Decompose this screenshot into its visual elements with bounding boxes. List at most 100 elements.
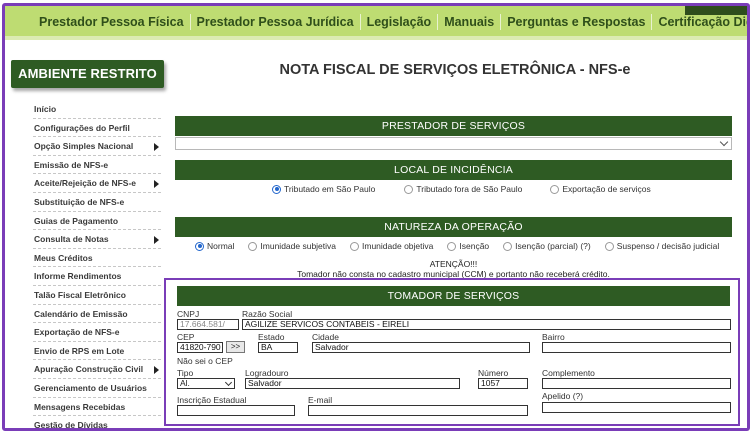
page-title: NOTA FISCAL DE SERVIÇOS ELETRÔNICA - NFS…	[279, 62, 631, 78]
page-frame: Prestador Pessoa Física Prestador Pessoa …	[2, 3, 750, 431]
local-option[interactable]: Tributado em São Paulo	[272, 184, 375, 194]
nav-item-0[interactable]: Prestador Pessoa Física	[33, 15, 190, 29]
natureza-option-label: Isenção	[459, 241, 490, 251]
natureza-option[interactable]: Isenção	[447, 241, 489, 251]
local-option-label: Tributado fora de São Paulo	[416, 184, 523, 194]
tomador-header: TOMADOR DE SERVIÇOS	[177, 286, 730, 306]
natureza-option[interactable]: Isenção (parcial) (?)	[503, 241, 591, 251]
natureza-option[interactable]: Normal	[195, 241, 234, 251]
nav-item-2[interactable]: Legislação	[361, 15, 438, 29]
sidebar-item[interactable]: Exportação de NFS-e	[33, 323, 161, 342]
natureza-option[interactable]: Suspenso / decisão judicial	[604, 241, 720, 251]
sidebar-item-label: Talão Fiscal Eletrônico	[34, 289, 126, 300]
local-option[interactable]: Tributado fora de São Paulo	[404, 184, 522, 194]
chevron-down-icon	[719, 137, 729, 147]
apelido-label[interactable]: Apelido (?)	[542, 391, 583, 401]
sidebar-item-label: Substituição de NFS-e	[34, 196, 125, 207]
sidebar-item-label: Início	[34, 104, 57, 114]
sidebar-item[interactable]: Substituição de NFS-e	[33, 193, 161, 212]
nav-item-5[interactable]: Certificação Digital	[652, 15, 747, 29]
local-incidencia-header: LOCAL DE INCIDÊNCIA	[175, 160, 732, 180]
nav-item-3[interactable]: Manuais	[438, 15, 500, 29]
inscricao-estadual-label: Inscrição Estadual	[177, 395, 247, 405]
natureza-option-label: Suspenso / decisão judicial	[616, 241, 720, 251]
estado-input[interactable]: BA	[258, 342, 298, 353]
radio-button[interactable]	[272, 184, 281, 194]
sidebar-item[interactable]: Apuração Construção Civil	[33, 360, 161, 379]
natureza-option-label: Imunidade objetiva	[362, 241, 434, 251]
sidebar-item[interactable]: Mensagens Recebidas	[33, 398, 161, 417]
nav-item-4[interactable]: Perguntas e Respostas	[501, 15, 651, 29]
sidebar-item-label: Mensagens Recebidas	[34, 401, 126, 412]
radio-button[interactable]	[604, 241, 614, 251]
sidebar-menu: Início Configurações do Perfil Opção Simpl…	[33, 100, 161, 431]
cep-unknown-link[interactable]: Não sei o CEP	[177, 356, 233, 366]
sidebar-item[interactable]: Meus Créditos	[33, 249, 161, 268]
email-input[interactable]	[308, 405, 528, 416]
sidebar-item[interactable]: Envio de RPS em Lote	[33, 342, 161, 361]
sidebar-item-label: Gestão de Dívidas	[34, 420, 108, 431]
complemento-input[interactable]	[542, 378, 731, 389]
atencao-title: ATENÇÃO!!!	[429, 259, 478, 269]
tomador-section: TOMADOR DE SERVIÇOS CNPJ 17.664.581/ Raz…	[164, 278, 740, 426]
sidebar-item[interactable]: Guias de Pagamento	[33, 212, 161, 231]
cidade-input[interactable]: Salvador	[312, 342, 530, 353]
submenu-arrow-icon	[154, 180, 159, 189]
local-option-label: Tributado em São Paulo	[284, 184, 376, 194]
natureza-option[interactable]: Imunidade objetiva	[350, 241, 433, 251]
sidebar-item[interactable]: Configurações do Perfil	[33, 119, 161, 138]
radio-button[interactable]	[248, 241, 258, 251]
cep-input[interactable]: 41820-790	[177, 342, 223, 353]
submenu-arrow-icon	[154, 143, 159, 152]
radio-button[interactable]	[550, 184, 560, 194]
natureza-option[interactable]: Imunidade subjetiva	[248, 241, 336, 251]
radio-button[interactable]	[447, 241, 457, 251]
local-incidencia-options: Tributado em São Paulo Tributado fora de …	[272, 184, 651, 194]
sidebar-item[interactable]: Informe Rendimentos	[33, 267, 161, 286]
sidebar-item[interactable]: Início	[33, 100, 161, 119]
nav-item-1[interactable]: Prestador Pessoa Jurídica	[191, 15, 360, 29]
sidebar-item-label: Guias de Pagamento	[34, 215, 119, 226]
sidebar-item[interactable]: Consulta de Notas	[33, 230, 161, 249]
submenu-arrow-icon	[154, 236, 159, 245]
numero-input[interactable]: 1057	[478, 378, 528, 389]
bairro-input[interactable]	[542, 342, 731, 353]
submenu-arrow-icon	[154, 366, 159, 375]
local-option[interactable]: Exportação de serviços	[550, 184, 651, 194]
sidebar-item-label: Calendário de Emissão	[34, 308, 128, 319]
prestador-select[interactable]	[175, 137, 732, 150]
sidebar-item[interactable]: Opção Simples Nacional	[33, 137, 161, 156]
razao-social-input[interactable]: AGILIZE SERVICOS CONTABEIS - EIRELI	[242, 319, 731, 330]
radio-button[interactable]	[350, 241, 360, 251]
sidebar-item-label: Opção Simples Nacional	[34, 141, 134, 152]
radio-button[interactable]	[404, 184, 414, 194]
sidebar-item[interactable]: Gerenciamento de Usuários	[33, 379, 161, 398]
bairro-label: Bairro	[542, 332, 565, 342]
sidebar-item[interactable]: Aceite/Rejeição de NFS-e	[33, 174, 161, 193]
cep-label: CEP	[177, 332, 195, 342]
radio-button[interactable]	[503, 241, 513, 251]
tipo-value: Al.	[180, 378, 190, 388]
email-label: E-mail	[308, 395, 333, 405]
estado-label: Estado	[258, 332, 285, 342]
sidebar-item-label: Emissão de NFS-e	[34, 159, 109, 170]
cnpj-label: CNPJ	[177, 309, 200, 319]
cnpj-input[interactable]: 17.664.581/	[177, 319, 239, 330]
local-option-label: Exportação de serviços	[562, 184, 651, 194]
natureza-option-label: Imunidade subjetiva	[260, 241, 337, 251]
logradouro-input[interactable]: Salvador	[245, 378, 460, 389]
sidebar-item[interactable]: Gestão de Dívidas	[33, 416, 161, 431]
sidebar-item[interactable]: Emissão de NFS-e	[33, 156, 161, 175]
cidade-label: Cidade	[312, 332, 339, 342]
inscricao-estadual-input[interactable]	[177, 405, 295, 416]
apelido-input[interactable]	[542, 402, 731, 413]
cep-search-button[interactable]: >>	[226, 341, 245, 353]
sidebar-item-label: Exportação de NFS-e	[34, 327, 120, 338]
radio-button[interactable]	[195, 241, 204, 251]
ambiente-restrito-header: AMBIENTE RESTRITO	[11, 60, 164, 88]
natureza-option-label: Isenção (parcial) (?)	[515, 241, 591, 251]
sidebar-item-label: Configurações do Perfil	[34, 122, 130, 133]
tipo-select[interactable]: Al.	[177, 378, 235, 389]
sidebar-item[interactable]: Calendário de Emissão	[33, 305, 161, 324]
sidebar-item[interactable]: Talão Fiscal Eletrônico	[33, 286, 161, 305]
